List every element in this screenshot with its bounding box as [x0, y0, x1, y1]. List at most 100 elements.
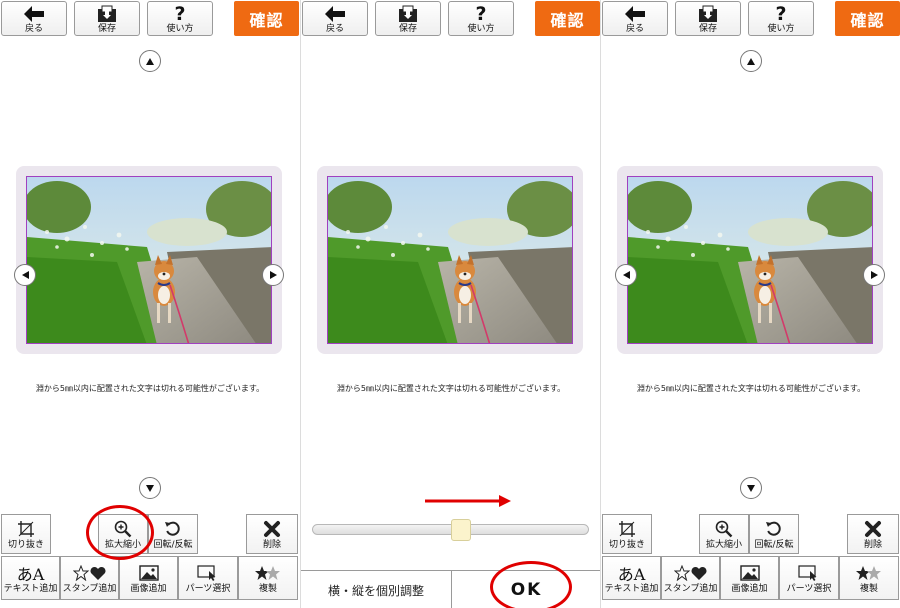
close-icon: [864, 518, 882, 540]
help-label: 使い方: [166, 24, 194, 34]
add-stamp-button[interactable]: スタンプ追加: [60, 556, 119, 600]
back-arrow-icon: [624, 3, 646, 24]
move-up-button[interactable]: [740, 50, 762, 72]
select-parts-button[interactable]: パーツ選択: [779, 556, 839, 600]
select-parts-label: パーツ選択: [185, 583, 231, 594]
duplicate-stars-icon: [855, 562, 883, 584]
move-down-button[interactable]: [139, 477, 161, 499]
help-label: 使い方: [767, 24, 795, 34]
back-label: 戻る: [325, 24, 344, 34]
image-icon: [739, 562, 760, 584]
save-icon: [398, 3, 418, 24]
move-down-button[interactable]: [740, 477, 762, 499]
cursor-select-icon: [798, 562, 820, 584]
rotate-button[interactable]: 回転/反転: [148, 514, 198, 554]
add-stamp-label: スタンプ追加: [62, 583, 117, 594]
copy-label: 複製: [258, 583, 277, 594]
save-button[interactable]: 保存: [675, 1, 741, 36]
zoom-label: 拡大縮小: [705, 539, 742, 550]
move-right-button[interactable]: [863, 264, 885, 286]
add-image-button[interactable]: 画像追加: [119, 556, 178, 600]
confirm-button[interactable]: 確認: [234, 1, 299, 36]
select-parts-button[interactable]: パーツ選択: [178, 556, 238, 600]
print-frame: [16, 166, 282, 354]
rotate-label: 回転/反転: [754, 539, 794, 550]
delete-button[interactable]: 削除: [847, 514, 899, 554]
editor-panel-2: 戻る 保存 ? 使い方 確認 淵から5㎜以内に配置された文字は切れる可能性がござ…: [300, 0, 600, 608]
confirm-button[interactable]: 確認: [535, 1, 600, 36]
add-text-label: テキスト追加: [604, 583, 659, 594]
text-icon: あA: [617, 564, 646, 584]
crop-icon: [618, 518, 636, 540]
copy-button[interactable]: 複製: [238, 556, 298, 600]
scale-slider-thumb[interactable]: [450, 519, 471, 541]
zoom-icon: [715, 518, 733, 540]
add-image-label: 画像追加: [731, 583, 768, 594]
move-left-button[interactable]: [615, 264, 637, 286]
print-frame: [617, 166, 883, 354]
dog-photo[interactable]: [627, 176, 873, 344]
copy-button[interactable]: 複製: [839, 556, 899, 600]
editor-panel-1: 戻る 保存 ? 使い方 確認 淵から5㎜以内に配置された文字は切れる可能性がござ…: [0, 0, 300, 608]
triangle-right-icon: [269, 271, 277, 279]
margin-notice: 淵から5㎜以内に配置された文字は切れる可能性がございます。: [336, 384, 566, 393]
save-button[interactable]: 保存: [375, 1, 441, 36]
confirm-button[interactable]: 確認: [835, 1, 900, 36]
save-label: 保存: [97, 24, 116, 34]
editor-panel-3: 戻る 保存 ? 使い方 確認 淵から5㎜以内に配置された文字は切れる可能性がござ…: [600, 0, 900, 608]
crop-icon: [17, 518, 35, 540]
triangle-left-icon: [622, 271, 630, 279]
zoom-highlight-ring: [86, 505, 154, 560]
back-button[interactable]: 戻る: [302, 1, 368, 36]
margin-notice: 淵から5㎜以内に配置された文字は切れる可能性がございます。: [35, 384, 265, 393]
help-label: 使い方: [467, 24, 495, 34]
question-icon: ?: [475, 2, 487, 25]
image-icon: [138, 562, 159, 584]
rotate-label: 回転/反転: [153, 539, 193, 550]
separate-axis-button[interactable]: 横・縦を個別調整: [301, 571, 452, 608]
red-arrow-annotation: [425, 495, 511, 507]
save-icon: [97, 3, 117, 24]
ok-highlight-ring: [490, 561, 572, 608]
back-label: 戻る: [625, 24, 644, 34]
question-icon: ?: [174, 2, 186, 25]
back-button[interactable]: 戻る: [602, 1, 668, 36]
copy-label: 複製: [859, 583, 878, 594]
help-button[interactable]: ? 使い方: [748, 1, 814, 36]
triangle-down-icon: [747, 484, 755, 492]
add-image-button[interactable]: 画像追加: [720, 556, 779, 600]
duplicate-stars-icon: [254, 562, 282, 584]
help-button[interactable]: ? 使い方: [147, 1, 213, 36]
add-stamp-button[interactable]: スタンプ追加: [661, 556, 720, 600]
triangle-right-icon: [870, 271, 878, 279]
add-text-button[interactable]: あA テキスト追加: [1, 556, 60, 600]
star-heart-icon: [72, 562, 107, 584]
move-left-button[interactable]: [14, 264, 36, 286]
rotate-icon: [765, 518, 783, 540]
back-button[interactable]: 戻る: [1, 1, 67, 36]
dog-photo[interactable]: [26, 176, 272, 344]
crop-label: 切り抜き: [7, 539, 44, 550]
cursor-select-icon: [197, 562, 219, 584]
add-text-label: テキスト追加: [3, 583, 58, 594]
move-up-button[interactable]: [139, 50, 161, 72]
crop-button[interactable]: 切り抜き: [602, 514, 652, 554]
add-image-label: 画像追加: [130, 583, 167, 594]
move-right-button[interactable]: [262, 264, 284, 286]
save-button[interactable]: 保存: [74, 1, 140, 36]
delete-button[interactable]: 削除: [246, 514, 298, 554]
crop-button[interactable]: 切り抜き: [1, 514, 51, 554]
close-icon: [263, 518, 281, 540]
save-label: 保存: [398, 24, 417, 34]
triangle-left-icon: [21, 271, 29, 279]
add-stamp-label: スタンプ追加: [663, 583, 718, 594]
question-icon: ?: [775, 2, 787, 25]
add-text-button[interactable]: あA テキスト追加: [602, 556, 661, 600]
select-parts-label: パーツ選択: [786, 583, 832, 594]
dog-photo[interactable]: [327, 176, 573, 344]
triangle-down-icon: [146, 484, 154, 492]
help-button[interactable]: ? 使い方: [448, 1, 514, 36]
star-heart-icon: [673, 562, 708, 584]
rotate-button[interactable]: 回転/反転: [749, 514, 799, 554]
zoom-button[interactable]: 拡大縮小: [699, 514, 749, 554]
